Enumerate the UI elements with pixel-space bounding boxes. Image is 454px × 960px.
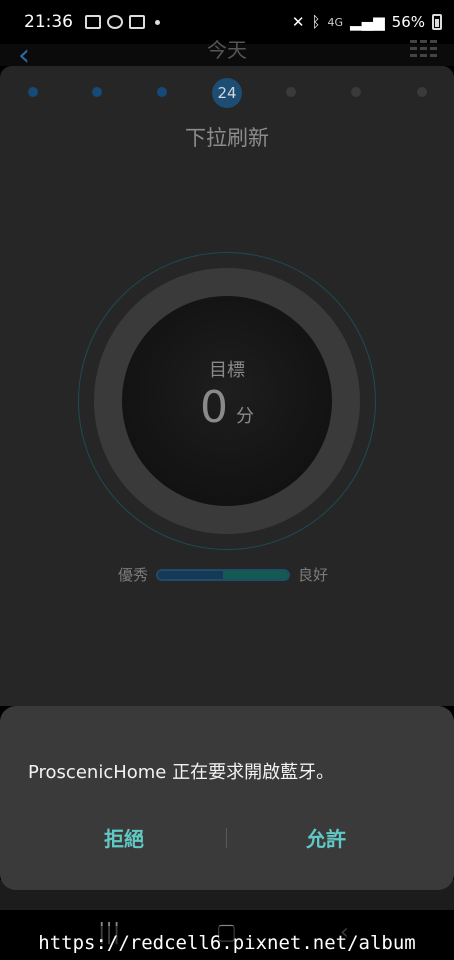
score-value: 0 — [200, 382, 228, 433]
score-gauge: 目標 0分 — [78, 252, 376, 550]
battery-icon — [432, 14, 442, 30]
allow-button[interactable]: 允許 — [306, 823, 346, 852]
day-dot — [286, 87, 296, 97]
day-selector: 24 — [0, 78, 454, 108]
day-dot — [417, 87, 427, 97]
score-legend: 優秀 良好 — [118, 564, 328, 585]
chrome-icon — [107, 15, 123, 29]
score-unit: 分 — [236, 406, 254, 427]
pull-to-refresh-hint: 下拉刷新 — [185, 126, 269, 150]
current-day-dot[interactable]: 24 — [212, 78, 242, 108]
system-icons: ✕ ᛒ 4G ▂▄▆ 56% — [292, 13, 442, 31]
notification-icons — [85, 15, 160, 29]
legend-left-label: 優秀 — [118, 566, 149, 584]
page-title: 今天 — [207, 38, 247, 62]
gallery-icon — [85, 15, 101, 29]
dialog-message: ProscenicHome 正在要求開啟藍牙。 — [28, 762, 335, 783]
button-divider — [226, 828, 227, 848]
deny-button[interactable]: 拒絕 — [104, 823, 144, 852]
network-type: 4G — [327, 15, 344, 29]
mute-icon: ✕ — [291, 13, 305, 31]
day-dot[interactable] — [92, 87, 102, 97]
score-label: 目標 — [209, 360, 245, 381]
clock: 21:36 — [24, 12, 73, 32]
legend-bar — [156, 568, 291, 581]
bluetooth-permission-dialog: ProscenicHome 正在要求開啟藍牙。 拒絕 允許 — [0, 706, 454, 890]
day-dot[interactable] — [157, 87, 167, 97]
day-dot — [351, 87, 361, 97]
bluetooth-icon: ᛒ — [311, 13, 321, 31]
more-notifications-icon — [155, 19, 160, 25]
legend-right-label: 良好 — [298, 566, 329, 584]
app-header: ‹ 今天 — [0, 38, 454, 73]
menu-icon[interactable] — [410, 40, 440, 61]
app-notification-icon — [129, 15, 145, 29]
signal-icon: ▂▄▆ — [350, 13, 385, 31]
main-content: 24 下拉刷新 目標 0分 優秀 良好 — [0, 66, 454, 706]
battery-percent: 56% — [391, 13, 425, 31]
day-dot[interactable] — [28, 87, 38, 97]
gauge-center: 目標 0分 — [122, 296, 332, 506]
watermark-url: https://redcell6.pixnet.net/album — [0, 926, 454, 960]
